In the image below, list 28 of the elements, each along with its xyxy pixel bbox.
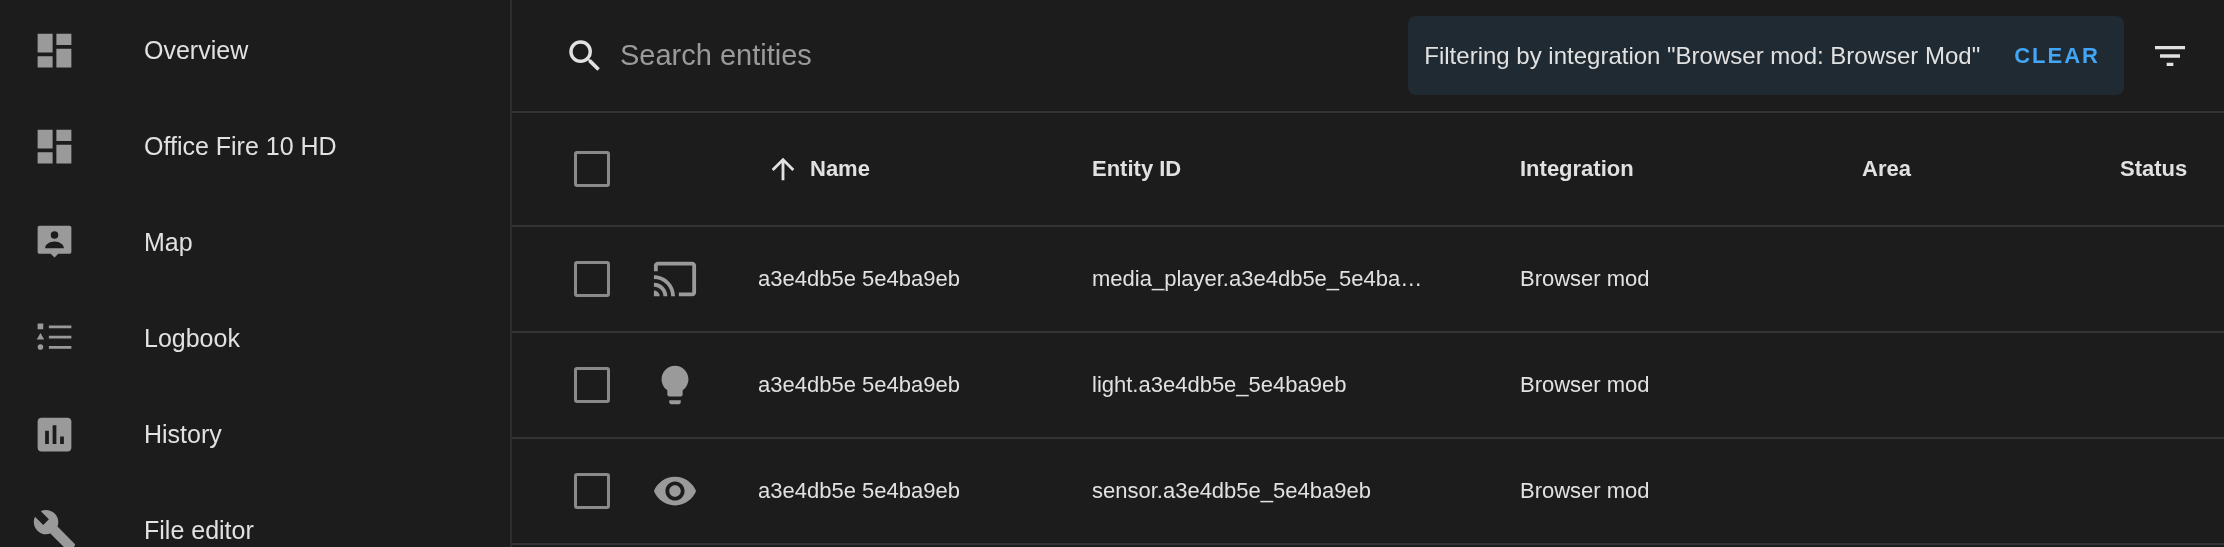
table-cell: sensor.a3e4db5e_5e4ba9eb xyxy=(1092,478,1371,504)
column-header[interactable]: Area xyxy=(1862,113,2120,225)
column-header[interactable]: Integration xyxy=(1520,113,1862,225)
filter-message: Filtering by integration "Browser mod: Browser Mod" xyxy=(1424,41,1981,70)
table-cell: Browser mod xyxy=(1520,478,1650,504)
wrench-icon xyxy=(32,507,77,547)
row-checkbox[interactable] xyxy=(574,473,610,509)
sidebar-item[interactable]: File editor xyxy=(0,482,510,547)
sidebar-item[interactable]: Map xyxy=(0,194,510,290)
table-cell: Browser mod xyxy=(1520,372,1650,398)
table-cell: Browser mod xyxy=(1520,266,1650,292)
sidebar-item[interactable]: Office Fire 10 HD xyxy=(0,98,510,194)
table-cell: a3e4db5e 5e4ba9eb xyxy=(758,372,960,398)
column-header[interactable]: Entity ID xyxy=(1092,113,1520,225)
column-header[interactable]: Name xyxy=(750,113,1092,225)
row-checkbox[interactable] xyxy=(574,261,610,297)
table-cell: media_player.a3e4db5e_5e4ba… xyxy=(1092,266,1423,292)
select-all-checkbox[interactable] xyxy=(574,151,610,187)
column-header[interactable]: Status xyxy=(2120,113,2224,225)
table-cell: light.a3e4db5e_5e4ba9eb xyxy=(1092,372,1347,398)
table-cell: a3e4db5e 5e4ba9eb xyxy=(758,478,960,504)
clear-button[interactable]: CLEAR xyxy=(2010,34,2104,77)
table-cell: a3e4db5e 5e4ba9eb xyxy=(758,266,960,292)
row-checkbox[interactable] xyxy=(574,367,610,403)
sidebar-item[interactable]: History xyxy=(0,386,510,482)
sidebar-item[interactable]: Overview xyxy=(0,2,510,98)
sidebar-item[interactable]: Logbook xyxy=(0,290,510,386)
search-field[interactable]: Search entities xyxy=(620,39,1080,72)
